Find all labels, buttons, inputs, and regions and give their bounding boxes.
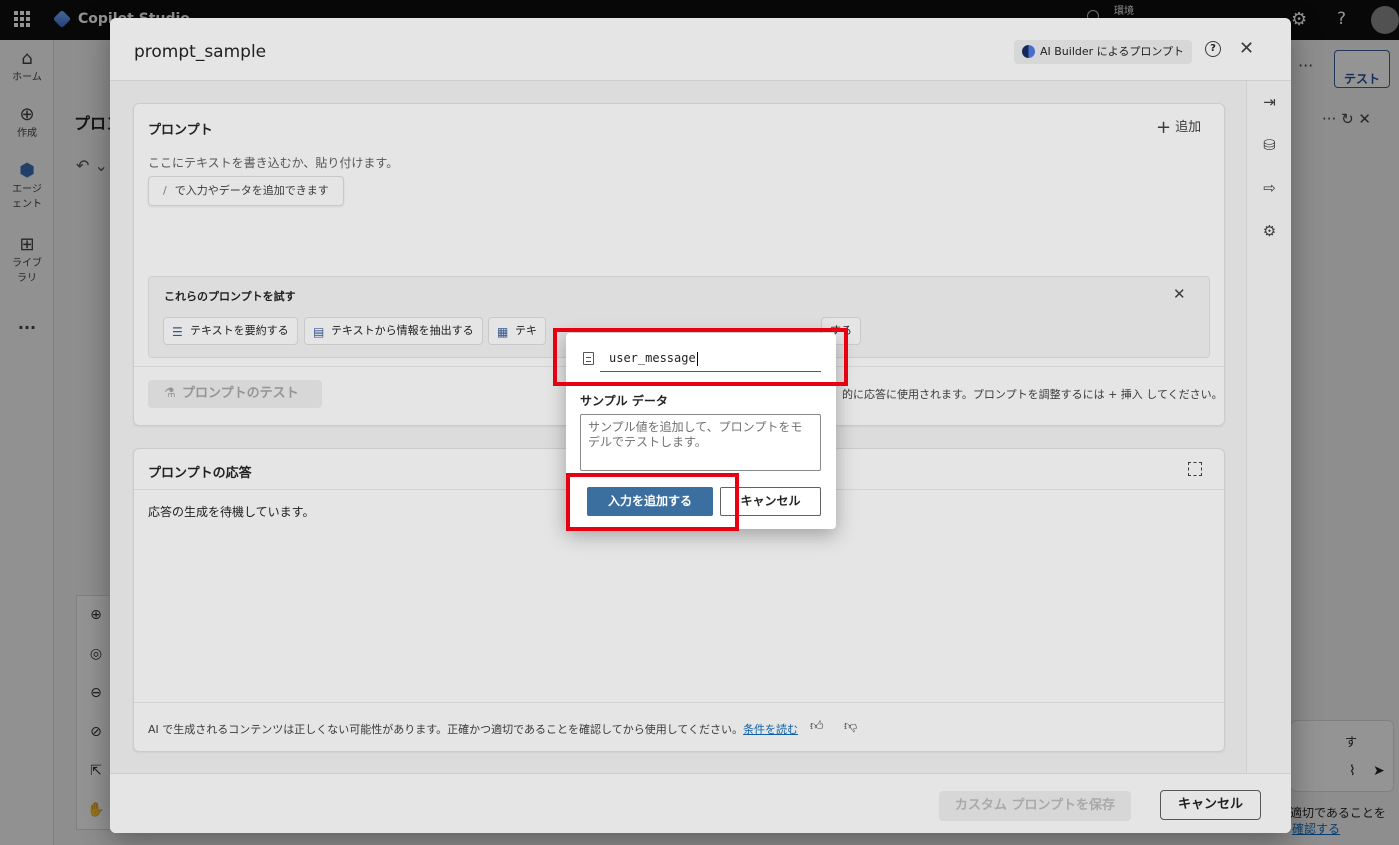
sample-data-label: サンプル データ — [580, 394, 668, 408]
sample-data-textarea[interactable]: サンプル値を追加して、プロンプトをモデルでテストします。 — [580, 414, 821, 471]
highlight-box — [553, 328, 848, 386]
highlight-box — [566, 473, 739, 531]
